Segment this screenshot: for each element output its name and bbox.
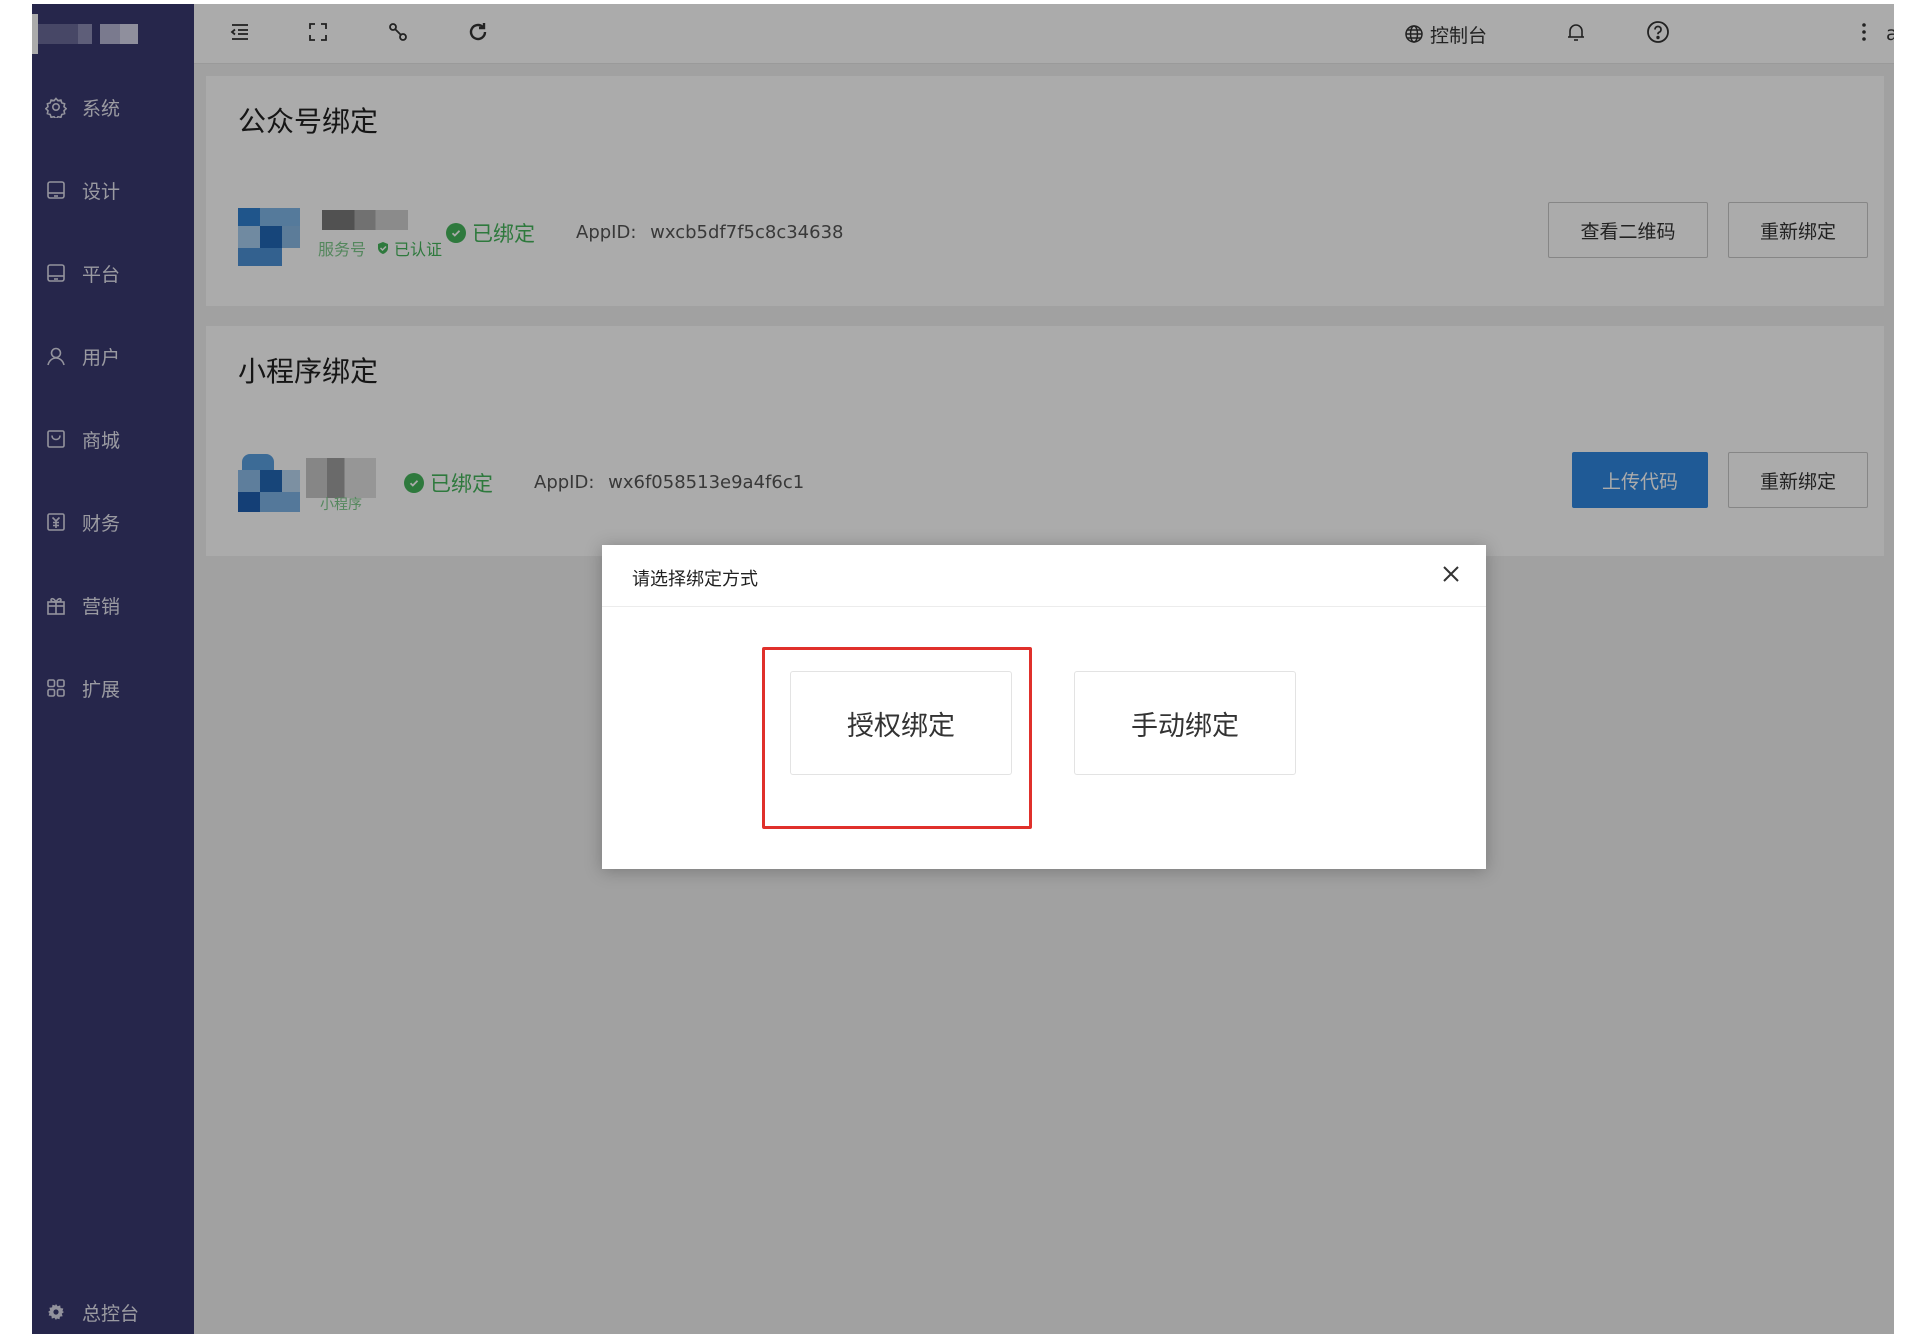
auth-bind-button[interactable]: 授权绑定 [790,671,1012,775]
manual-bind-button[interactable]: 手动绑定 [1074,671,1296,775]
close-button[interactable] [1436,561,1466,591]
dialog-header: 请选择绑定方式 [602,545,1486,607]
close-icon [1441,564,1461,588]
dialog-title: 请选择绑定方式 [632,569,758,590]
bind-method-dialog: 请选择绑定方式 授权绑定 手动绑定 [602,545,1486,869]
app-window: 系统 设计 平台 用户 商城 财务 营销 扩展 总控台 控制台 a 公众号绑定 … [32,4,1894,1334]
